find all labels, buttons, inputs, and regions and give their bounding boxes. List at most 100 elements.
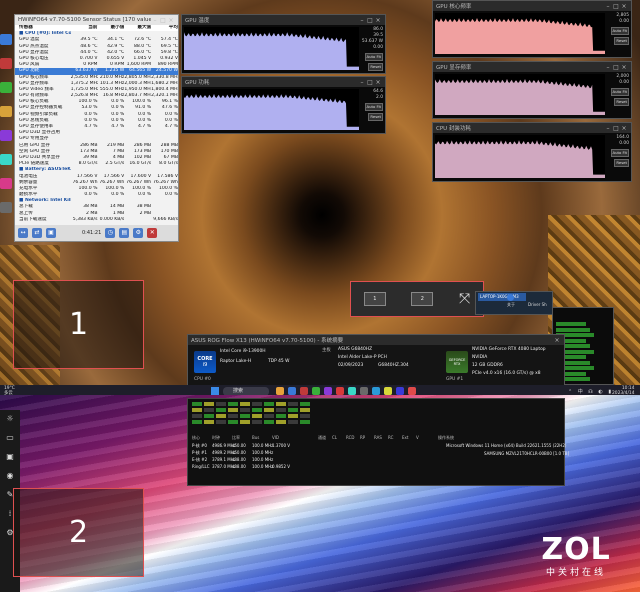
taskbar-app-icon[interactable] <box>408 387 416 395</box>
auto-fit-button[interactable]: Auto Fit <box>610 27 629 35</box>
close-icon[interactable]: × <box>374 17 382 24</box>
sysinfo-titlebar[interactable]: ASUS ROG Flow X13 (HWiNFO64 v7.70-5100) … <box>188 335 564 345</box>
taskbar-app-icon[interactable] <box>324 387 332 395</box>
maximize-icon[interactable]: □ <box>366 79 374 86</box>
start-icon[interactable] <box>211 387 219 395</box>
auto-fit-button[interactable]: Auto Fit <box>610 149 629 157</box>
auto-fit-button[interactable]: Auto Fit <box>364 103 383 111</box>
info-icon[interactable] <box>507 294 514 301</box>
minimize-icon[interactable]: – <box>604 64 612 71</box>
close-icon[interactable]: × <box>620 125 628 132</box>
monitor-1-label[interactable]: 1 <box>13 280 144 369</box>
desktop-icon[interactable] <box>0 178 12 189</box>
os-name: Microsoft Windows 11 Home (x64) Build 22… <box>446 443 567 448</box>
cpu-core-indicator <box>276 408 286 412</box>
desktop-icon[interactable] <box>0 82 12 93</box>
cpu-core-indicator <box>264 420 274 424</box>
graph-values: 2,000 0.00 Auto Fit Reset <box>610 74 629 106</box>
maximize-icon[interactable]: □ <box>366 17 374 24</box>
graph-titlebar[interactable]: GPU 功耗 – □ × <box>182 77 385 87</box>
taskbar-app-icon[interactable] <box>384 387 392 395</box>
desktop-icon[interactable] <box>0 130 12 141</box>
close-icon[interactable]: × <box>553 337 561 344</box>
gpu-selector-label[interactable]: GPU #1 <box>446 377 463 382</box>
about-label[interactable]: 关于 <box>507 302 515 308</box>
graph-titlebar[interactable]: GPU 温度 – □ × <box>182 15 385 25</box>
reset-button[interactable]: Reset <box>368 63 383 71</box>
system-tray[interactable]: ⌃ 中 ☊ ◐ ▮ <box>568 388 613 395</box>
cpu-core-indicator <box>252 402 262 406</box>
close-icon[interactable]: × <box>374 79 382 86</box>
maximize-icon[interactable]: □ <box>612 3 620 10</box>
graph-titlebar[interactable]: CPU 封装功耗 – □ × <box>433 123 631 133</box>
cpu-core-indicator <box>228 408 238 412</box>
gpu-memory: 12 GB GDDR6 <box>472 363 503 368</box>
minimize-icon[interactable]: – <box>358 79 366 86</box>
reset-button[interactable]: Reset <box>614 159 629 167</box>
window-icon[interactable]: ▣ <box>6 452 14 461</box>
snap-monitor-1-button[interactable]: 1 <box>363 292 386 306</box>
taskbar-app-icon[interactable] <box>360 387 368 395</box>
desktop-icon[interactable] <box>0 34 12 45</box>
taskbar-app-icon[interactable] <box>312 387 320 395</box>
graph-titlebar[interactable]: GPU 核心频率 – □ × <box>433 1 631 11</box>
close-icon[interactable]: × <box>620 3 628 10</box>
maximize-icon[interactable]: □ <box>612 125 620 132</box>
device-name-field[interactable]: LAPTOP-1K0G2TM3 <box>478 293 526 301</box>
close-icon[interactable]: × <box>167 17 175 24</box>
sun-icon[interactable]: ☼ <box>6 414 13 423</box>
auto-fit-button[interactable]: Auto Fit <box>610 88 629 96</box>
maximize-icon[interactable]: □ <box>159 17 167 24</box>
graph-titlebar[interactable]: GPU 显存频率 – □ × <box>433 62 631 72</box>
minimize-icon[interactable]: – <box>604 3 612 10</box>
desktop-icon[interactable] <box>0 154 12 165</box>
snap-monitor-2-button[interactable]: 2 <box>411 292 434 306</box>
elapsed-clock: 0:41:21 <box>82 230 102 236</box>
hwinfo-toolbar: ↔ ⇄ ▣ 0:41:21 ◷ ▤ ⚙ ✕ <box>15 225 178 241</box>
expand-arrows-icon[interactable]: ⤧ <box>459 292 470 306</box>
minimize-icon[interactable]: – <box>151 17 159 24</box>
sensor-row[interactable]: 当前下载速度 5,383 KB/s 0.000 KB/s 9,666 KB/s <box>15 217 178 223</box>
reset-button[interactable]: Reset <box>368 113 383 121</box>
minimize-icon[interactable]: – <box>358 17 366 24</box>
taskbar-app-icon[interactable] <box>348 387 356 395</box>
taskbar-app-icon[interactable] <box>276 387 284 395</box>
auto-fit-button[interactable]: Auto Fit <box>364 53 383 61</box>
taskbar-app-icon[interactable] <box>288 387 296 395</box>
driver-label[interactable]: Driver Sh <box>528 302 547 307</box>
graph-plot <box>435 74 605 115</box>
cpu-core-indicator <box>276 402 286 406</box>
close-icon[interactable]: ✕ <box>147 228 158 238</box>
grid-icon[interactable]: ⁞ <box>9 509 12 518</box>
arrows-icon[interactable]: ↔ <box>18 228 28 238</box>
gear-icon[interactable]: ⚙ <box>133 228 144 238</box>
display-icon[interactable]: ▭ <box>6 433 14 442</box>
taskbar-app-icon[interactable] <box>336 387 344 395</box>
cpu-selector-label[interactable]: CPU #0 <box>194 377 211 382</box>
cpu-core-indicator <box>192 402 202 406</box>
desktop-icon[interactable] <box>0 202 12 213</box>
monitor-icon[interactable]: ▣ <box>46 228 56 238</box>
network-icon[interactable]: ⇄ <box>32 228 42 238</box>
desktop-icon[interactable] <box>0 106 12 117</box>
report-icon[interactable]: ▤ <box>119 228 130 238</box>
reset-button[interactable]: Reset <box>614 37 629 45</box>
os-heading: 操作系统 <box>438 435 454 440</box>
graph-plot <box>184 89 359 130</box>
clock-icon[interactable]: ◷ <box>105 228 116 238</box>
maximize-icon[interactable]: □ <box>612 64 620 71</box>
taskbar-app-icon[interactable] <box>300 387 308 395</box>
desktop-icon[interactable] <box>0 58 12 69</box>
camera-icon[interactable]: ◉ <box>7 471 14 480</box>
cpu-core-indicator <box>276 420 286 424</box>
reset-button[interactable]: Reset <box>614 98 629 106</box>
hwinfo-titlebar[interactable]: HWiNFO64 v7.70-5100 Sensor Status [170 v… <box>15 15 178 25</box>
cpu-core-indicator <box>216 420 226 424</box>
minimize-icon[interactable]: – <box>604 125 612 132</box>
cpu-core-indicator <box>300 402 310 406</box>
monitor-2-label[interactable]: 2 <box>13 488 144 577</box>
taskbar-app-icon[interactable] <box>396 387 404 395</box>
taskbar-app-icon[interactable] <box>372 387 380 395</box>
close-icon[interactable]: × <box>620 64 628 71</box>
hwinfo-sensor-list[interactable]: ■ CPU [#0]: Intel Core i9-13900K: 增强型GPU… <box>15 31 178 223</box>
